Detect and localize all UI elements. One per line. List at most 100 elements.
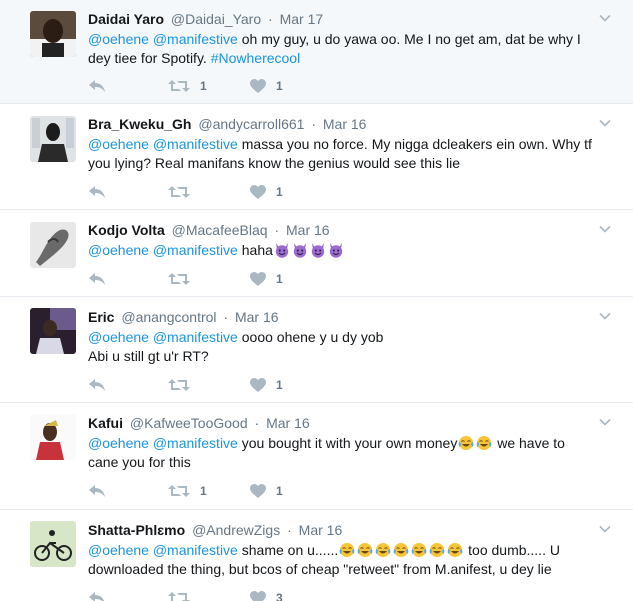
like-button[interactable]: 1 (250, 270, 283, 288)
author-handle[interactable]: @Daidai_Yaro (171, 11, 261, 27)
reply-icon (89, 592, 105, 601)
author-handle[interactable]: @AndrewZigs (192, 522, 280, 538)
reply-button[interactable] (88, 482, 106, 500)
author-handle[interactable]: @KafweeTooGood (130, 415, 248, 431)
tweet-text: @oehene @manifestive shame on u...... to… (88, 541, 597, 579)
tweet[interactable]: Kodjo Volta @MacafeeBlaq · Mar 16 @oehen… (0, 210, 633, 297)
separator-dot: · (254, 415, 260, 431)
tweet-body: you bought it with your own money (237, 435, 458, 451)
like-count: 1 (276, 378, 283, 392)
retweet-button[interactable]: 1 (168, 77, 207, 95)
joy-emoji-icon (458, 436, 474, 450)
author-handle[interactable]: @andycarroll661 (198, 116, 304, 132)
avatar[interactable] (30, 414, 76, 460)
like-button[interactable]: 1 (250, 183, 283, 201)
author-handle[interactable]: @MacafeeBlaq (172, 222, 268, 238)
separator-dot: · (274, 222, 280, 238)
avatar[interactable] (30, 11, 76, 57)
retweet-icon (168, 186, 190, 198)
retweet-button[interactable] (168, 589, 190, 601)
retweet-icon (168, 273, 190, 285)
like-button[interactable]: 1 (250, 376, 283, 394)
tweet-timestamp[interactable]: Mar 16 (235, 309, 279, 325)
mention-link[interactable]: @manifestive (153, 31, 238, 47)
like-button[interactable]: 3 (250, 589, 283, 601)
mention-link[interactable]: @oehene (88, 329, 149, 345)
author-name[interactable]: Kodjo Volta (88, 222, 165, 238)
avatar[interactable] (30, 308, 76, 354)
tweet[interactable]: Daidai Yaro @Daidai_Yaro · Mar 17 @oehen… (0, 0, 633, 104)
retweet-icon (168, 592, 190, 601)
joy-emoji-icon (393, 543, 409, 557)
like-count: 1 (276, 79, 283, 93)
retweet-button[interactable] (168, 376, 190, 394)
smiling-imp-emoji-icon (329, 243, 343, 258)
reply-button[interactable] (88, 77, 106, 95)
chevron-down-icon[interactable] (599, 117, 611, 129)
mention-link[interactable]: @manifestive (153, 435, 238, 451)
tweet-timestamp[interactable]: Mar 16 (286, 222, 330, 238)
author-handle[interactable]: @anangcontrol (121, 309, 216, 325)
chevron-down-icon[interactable] (599, 523, 611, 535)
avatar[interactable] (30, 222, 76, 268)
chevron-down-icon[interactable] (599, 310, 611, 322)
mention-link[interactable]: @manifestive (153, 242, 238, 258)
tweet-text: @oehene @manifestive haha (88, 241, 597, 260)
author-name[interactable]: Kafui (88, 415, 123, 431)
like-count: 1 (276, 185, 283, 199)
tweet-text: @oehene @manifestive oh my guy, u do yaw… (88, 30, 597, 68)
mention-link[interactable]: @oehene (88, 136, 149, 152)
reply-button[interactable] (88, 183, 106, 201)
retweet-button[interactable]: 1 (168, 482, 207, 500)
joy-emoji-icon (411, 543, 427, 557)
separator-dot: · (287, 522, 292, 538)
retweet-button[interactable] (168, 183, 190, 201)
avatar[interactable] (30, 521, 76, 567)
reply-button[interactable] (88, 270, 106, 288)
mention-link[interactable]: @oehene (88, 242, 149, 258)
reply-button[interactable] (88, 376, 106, 394)
author-name[interactable]: Eric (88, 309, 114, 325)
like-count: 1 (276, 484, 283, 498)
smiling-imp-emoji-icon (311, 243, 325, 258)
heart-icon (250, 272, 266, 286)
retweet-icon (168, 485, 190, 497)
chevron-down-icon[interactable] (599, 416, 611, 428)
avatar[interactable] (30, 116, 76, 162)
tweet-timestamp[interactable]: Mar 16 (299, 522, 343, 538)
tweet[interactable]: Bra_Kweku_Gh @andycarroll661 · Mar 16 @o… (0, 104, 633, 210)
heart-icon (250, 185, 266, 199)
tweet-text: @oehene @manifestive you bought it with … (88, 434, 597, 472)
joy-emoji-icon (429, 543, 445, 557)
author-name[interactable]: Daidai Yaro (88, 11, 164, 27)
like-button[interactable]: 1 (250, 482, 283, 500)
retweet-count: 1 (200, 79, 207, 93)
separator-dot: · (223, 309, 229, 325)
tweet[interactable]: Shatta-Phlɛmo @AndrewZigs · Mar 16 @oehe… (0, 510, 633, 601)
tweet[interactable]: Kafui @KafweeTooGood · Mar 16 @oehene @m… (0, 403, 633, 510)
tweet[interactable]: Eric @anangcontrol · Mar 16 @oehene @man… (0, 297, 633, 403)
tweet-timestamp[interactable]: Mar 16 (266, 415, 310, 431)
hashtag-link[interactable]: #Nowherecool (211, 50, 301, 66)
mention-link[interactable]: @oehene (88, 435, 149, 451)
reply-button[interactable] (88, 589, 106, 601)
like-count: 3 (276, 591, 283, 601)
retweet-button[interactable] (168, 270, 190, 288)
separator-dot: · (311, 116, 316, 132)
tweet-text: @oehene @manifestive massa you no force.… (88, 135, 597, 173)
mention-link[interactable]: @manifestive (153, 329, 238, 345)
like-count: 1 (276, 272, 283, 286)
mention-link[interactable]: @manifestive (153, 136, 238, 152)
reply-icon (89, 273, 105, 285)
tweet-timestamp[interactable]: Mar 17 (280, 11, 324, 27)
like-button[interactable]: 1 (250, 77, 283, 95)
mention-link[interactable]: @manifestive (153, 542, 238, 558)
retweet-icon (168, 379, 190, 391)
tweet-timestamp[interactable]: Mar 16 (323, 116, 367, 132)
mention-link[interactable]: @oehene (88, 542, 149, 558)
chevron-down-icon[interactable] (599, 223, 611, 235)
chevron-down-icon[interactable] (599, 12, 611, 24)
author-name[interactable]: Bra_Kweku_Gh (88, 116, 191, 132)
author-name[interactable]: Shatta-Phlɛmo (88, 522, 185, 538)
mention-link[interactable]: @oehene (88, 31, 149, 47)
